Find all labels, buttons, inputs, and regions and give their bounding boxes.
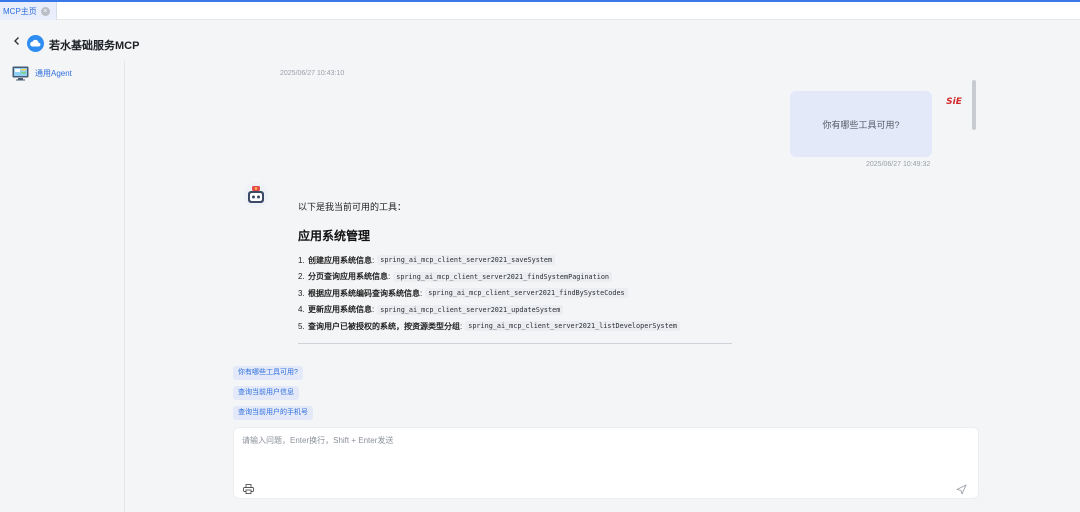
user-message-text: 你有哪些工具可用? [822,119,900,130]
tool-code: spring_ai_mcp_client_server2021_findSyst… [393,271,613,282]
list-item: 5. 查询用户已被授权的系统，按资源类型分组: spring_ai_mcp_cl… [298,318,732,335]
suggestion-chip[interactable]: 查询当前用户的手机号 [233,406,313,420]
close-icon[interactable]: × [40,6,50,16]
scrollbar-thumb[interactable] [972,80,976,130]
printer-icon[interactable] [243,484,254,494]
list-item: 1. 创建应用系统信息: spring_ai_mcp_client_server… [298,252,732,269]
bot-timestamp: 2025/06/27 10:43:10 [280,70,345,77]
user-message-timestamp: 2025/06/27 10:49:32 [866,161,931,168]
divider [298,342,732,344]
tool-code: spring_ai_mcp_client_server2021_updateSy… [377,304,564,315]
send-icon[interactable] [956,484,967,495]
list-item: 3. 根据应用系统编码查询系统信息: spring_ai_mcp_client_… [298,285,732,302]
tool-name: 根据应用系统编码查询系统信息 [308,288,420,298]
user-message-bubble: 你有哪些工具可用? [790,91,932,157]
chat-input[interactable] [242,435,970,475]
monitor-agent-icon [12,66,29,81]
answer-intro: 以下是我当前可用的工具： [298,202,407,212]
tab-label: MCP主页 [3,6,37,16]
bot-answer: 以下是我当前可用的工具： 应用系统管理 1. 创建应用系统信息: spring_… [298,200,732,344]
list-item: 2. 分页查询应用系统信息: spring_ai_mcp_client_serv… [298,269,732,286]
suggestion-chip[interactable]: 你有哪些工具可用? [233,366,303,380]
chevron-left-icon[interactable] [12,36,22,46]
tool-name: 分页查询应用系统信息 [308,272,388,282]
page-title: 若水基础服务MCP [49,40,140,52]
robot-avatar-icon [243,182,269,208]
tool-code: spring_ai_mcp_client_server2021_findBySy… [425,288,628,299]
tool-list: 1. 创建应用系统信息: spring_ai_mcp_client_server… [298,252,732,335]
list-item: 4. 更新应用系统信息: spring_ai_mcp_client_server… [298,302,732,319]
tool-name: 创建应用系统信息 [308,255,372,265]
suggestion-chip[interactable]: 查询当前用户信息 [233,386,299,400]
tool-name: 更新应用系统信息 [308,305,372,315]
answer-heading: 应用系统管理 [298,229,371,243]
tool-name: 查询用户已被授权的系统，按资源类型分组 [308,321,460,331]
page-header: 若水基础服务MCP [0,21,1080,61]
tab-mcp-home[interactable]: MCP主页 × [0,2,57,20]
sidebar-item-general-agent[interactable]: 通用Agent [12,66,72,81]
chat-input-box [233,427,979,499]
tool-number: 2. [298,272,305,282]
tool-code: spring_ai_mcp_client_server2021_saveSyst… [377,255,556,266]
tab-bar: MCP主页 × [0,0,1080,20]
cloud-logo-icon [27,35,44,52]
user-avatar: SiE [946,97,962,107]
tool-number: 4. [298,305,305,315]
tool-number: 1. [298,255,305,265]
sidebar-item-label: 通用Agent [35,69,72,78]
tool-code: spring_ai_mcp_client_server2021_listDeve… [465,321,680,332]
tool-number: 3. [298,288,305,298]
tool-number: 5. [298,321,305,331]
sidebar: 通用Agent [0,61,125,512]
